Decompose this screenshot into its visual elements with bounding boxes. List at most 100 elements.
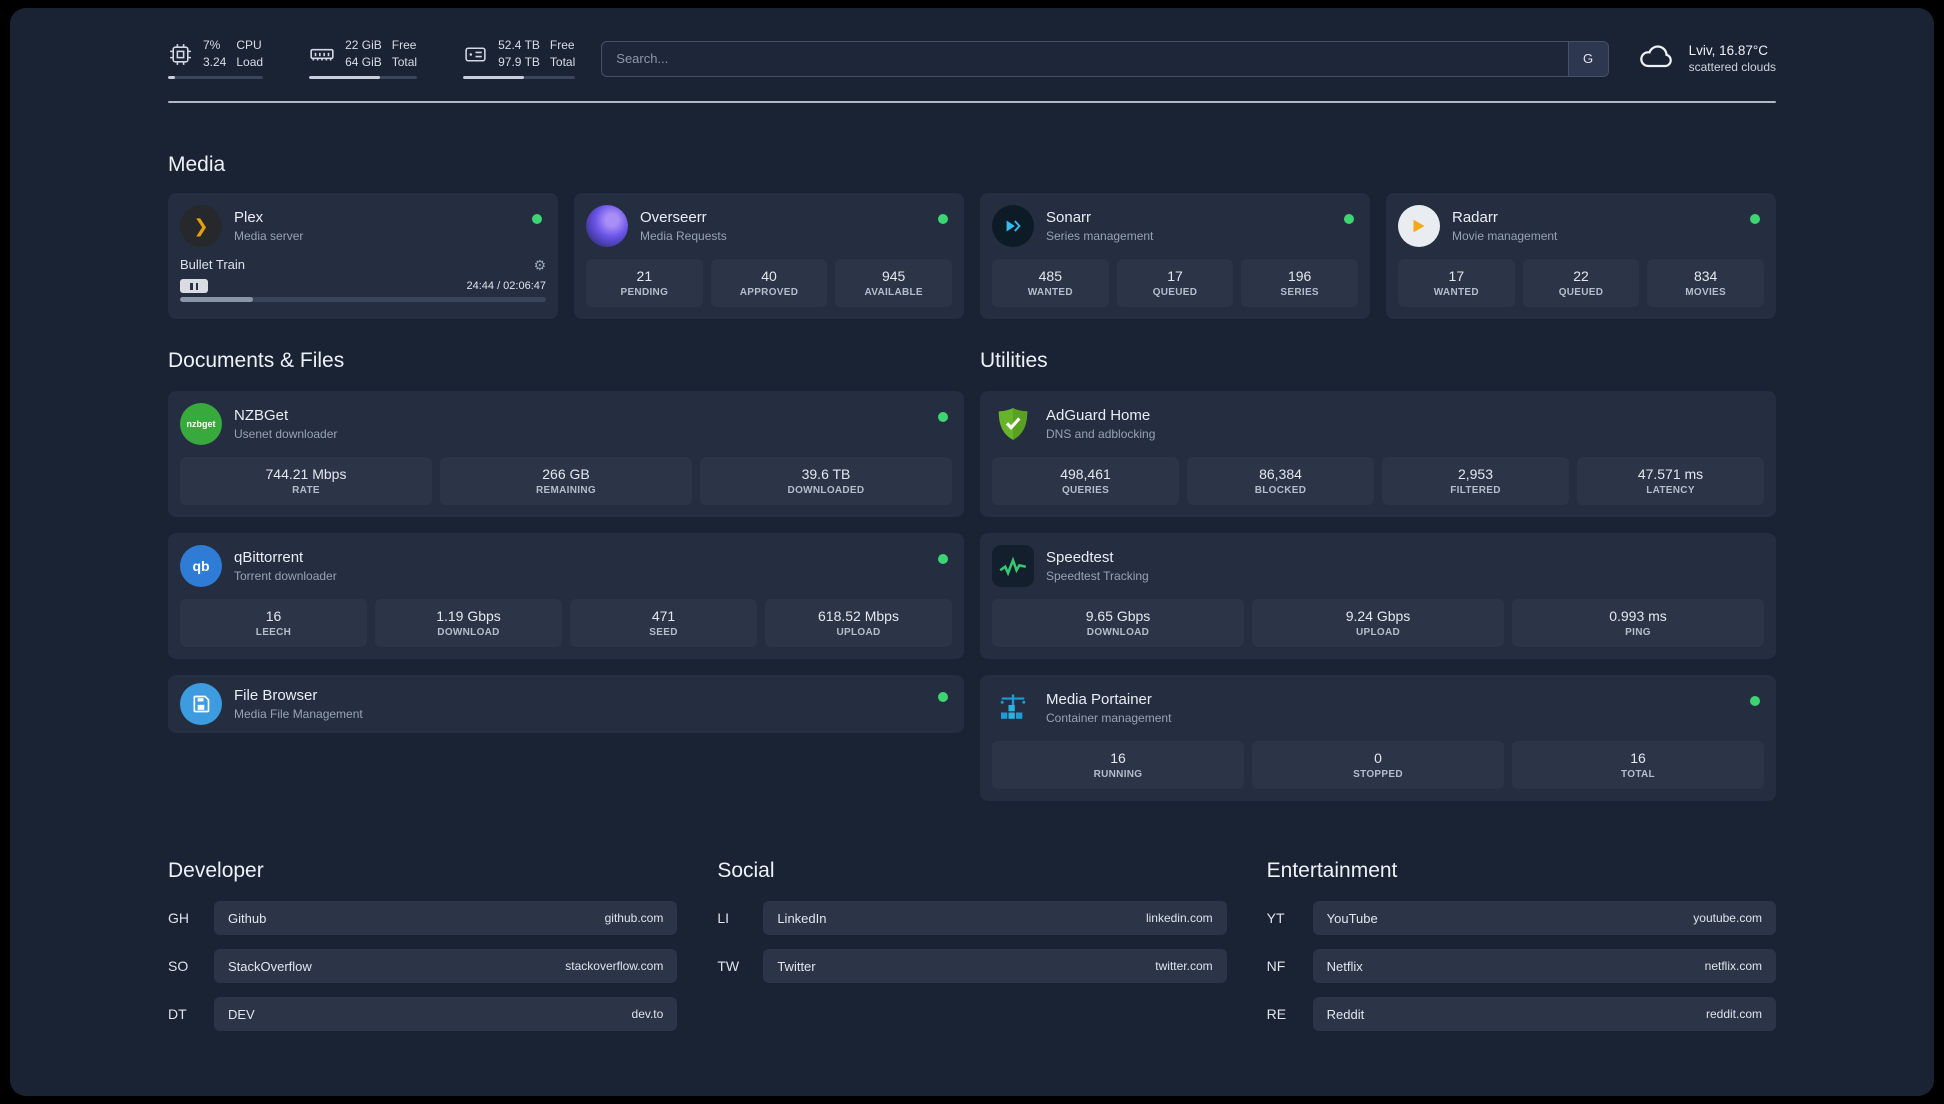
- section-title-developer: Developer: [168, 859, 264, 882]
- qbittorrent-icon-text: qb: [192, 558, 210, 574]
- service-card-sonarr[interactable]: Sonarr Series management 485 WANTED 17 Q…: [980, 193, 1370, 319]
- stat-label: QUERIES: [1061, 485, 1110, 496]
- memory-monitor: 22 GiB 64 GiB Free Total: [309, 38, 418, 79]
- stat-tile: 21 PENDING: [586, 259, 703, 307]
- service-card-nzbget[interactable]: nzbget NZBGet Usenet downloader 744.21 M…: [168, 391, 964, 517]
- stat-value: 485: [1038, 268, 1062, 284]
- service-card-filebrowser[interactable]: File Browser Media File Management: [168, 675, 964, 733]
- service-name: Overseerr: [640, 209, 707, 226]
- media-section: ❯ Plex Media server Bullet Train ⚙ 24:44…: [168, 193, 1776, 319]
- stat-tile: 17 WANTED: [1398, 259, 1515, 307]
- stat-tile: 2,953 FILTERED: [1382, 457, 1569, 505]
- stat-label: WANTED: [1027, 287, 1073, 298]
- service-name: Speedtest: [1046, 549, 1114, 566]
- service-subtitle: Media File Management: [234, 707, 363, 721]
- pause-button[interactable]: [180, 279, 208, 293]
- stat-label: PING: [1625, 627, 1651, 638]
- status-online-dot: [938, 412, 948, 422]
- stat-value: 16: [1630, 750, 1646, 766]
- developer-bookmarks: Developer GH Github github.com SO StackO…: [168, 859, 678, 1045]
- bookmark-netflix[interactable]: NF Netflix netflix.com: [1267, 949, 1776, 983]
- storage-total-label: Total: [549, 55, 576, 69]
- stat-tile: 0 STOPPED: [1252, 741, 1504, 789]
- service-card-radarr[interactable]: Radarr Movie management 17 WANTED 22 QUE…: [1386, 193, 1776, 319]
- stat-label: UPLOAD: [1355, 627, 1401, 638]
- stat-label: TOTAL: [1621, 769, 1655, 780]
- stat-label: FILTERED: [1450, 485, 1501, 496]
- weather-widget[interactable]: Lviv, 16.87°C scattered clouds: [1637, 41, 1776, 76]
- stat-tile: 17 QUEUED: [1116, 259, 1234, 307]
- section-title-entertainment: Entertainment: [1266, 859, 1398, 882]
- bookmark-url: twitter.com: [1155, 959, 1213, 973]
- cpu-label: CPU: [236, 38, 262, 52]
- bookmark-reddit[interactable]: RE Reddit reddit.com: [1267, 997, 1776, 1031]
- bookmark-url: linkedin.com: [1145, 911, 1213, 925]
- stat-tile: 9.65 Gbps DOWNLOAD: [992, 599, 1244, 647]
- playback-progress-bar[interactable]: [180, 297, 546, 302]
- bookmark-abbr: DT: [168, 1006, 187, 1022]
- stat-value: 0: [1374, 750, 1382, 766]
- bookmark-abbr: RE: [1266, 1006, 1287, 1022]
- stat-label: RUNNING: [1093, 769, 1143, 780]
- stat-tile: 16 LEECH: [180, 599, 367, 647]
- stat-tile: 945 AVAILABLE: [835, 259, 952, 307]
- bookmark-abbr: YT: [1266, 910, 1285, 926]
- stat-value: 834: [1693, 268, 1718, 284]
- stat-value: 9.65 Gbps: [1085, 608, 1151, 624]
- memory-free: 22 GiB: [345, 38, 382, 52]
- stat-label: LATENCY: [1646, 485, 1695, 496]
- stat-value: 21: [636, 268, 653, 284]
- stat-tile: 744.21 Mbps RATE: [180, 457, 432, 505]
- cpu-progress-bar: [168, 76, 264, 79]
- service-card-speedtest[interactable]: Speedtest Speedtest Tracking 9.65 Gbps D…: [980, 533, 1776, 659]
- stat-value: 16: [1110, 750, 1126, 766]
- settings-gear-icon[interactable]: ⚙: [533, 258, 546, 272]
- service-name: Plex: [234, 209, 264, 226]
- bookmark-youtube[interactable]: YT YouTube youtube.com: [1267, 901, 1776, 935]
- plex-now-playing: Bullet Train ⚙ 24:44 / 02:06:47: [180, 257, 546, 302]
- storage-progress-bar: [463, 76, 576, 79]
- stat-value: 945: [881, 268, 906, 284]
- stat-tile: 618.52 Mbps UPLOAD: [765, 599, 952, 647]
- search-engine-button[interactable]: G: [1567, 41, 1608, 76]
- stat-value: 498,461: [1060, 466, 1111, 482]
- service-subtitle: Speedtest Tracking: [1046, 569, 1149, 583]
- entertainment-bookmarks: Entertainment YT YouTube youtube.com NF …: [1267, 859, 1776, 1045]
- stat-tile: 16 TOTAL: [1512, 741, 1764, 789]
- bookmark-linkedin[interactable]: LI LinkedIn linkedin.com: [717, 901, 1227, 935]
- qbittorrent-icon: qb: [180, 545, 222, 587]
- service-card-portainer[interactable]: Media Portainer Container management 16 …: [980, 675, 1776, 801]
- search-bar: G: [601, 40, 1609, 77]
- memory-total: 64 GiB: [345, 55, 382, 69]
- stat-value: 9.24 Gbps: [1345, 608, 1411, 624]
- bookmark-dev[interactable]: DT DEV dev.to: [168, 997, 678, 1031]
- service-card-overseerr[interactable]: Overseerr Media Requests 21 PENDING 40 A…: [574, 193, 964, 319]
- service-card-plex[interactable]: ❯ Plex Media server Bullet Train ⚙ 24:44…: [168, 193, 558, 319]
- stat-tile: 485 WANTED: [992, 259, 1109, 307]
- bookmark-abbr: NF: [1266, 958, 1286, 974]
- status-online-dot: [938, 214, 948, 224]
- bookmark-name: DEV: [228, 1006, 255, 1022]
- weather-location: Lviv, 16.87°C: [1688, 43, 1769, 58]
- service-card-adguard[interactable]: AdGuard Home DNS and adblocking 498,461 …: [980, 391, 1776, 517]
- stat-value: 0.993 ms: [1609, 608, 1667, 624]
- stat-label: BLOCKED: [1254, 485, 1307, 496]
- bookmark-name: Reddit: [1326, 1006, 1365, 1022]
- service-name: Radarr: [1452, 209, 1498, 226]
- stat-tile: 266 GB REMAINING: [440, 457, 692, 505]
- stat-tile: 9.24 Gbps UPLOAD: [1252, 599, 1504, 647]
- bookmark-stackoverflow[interactable]: SO StackOverflow stackoverflow.com: [168, 949, 678, 983]
- stat-value: 471: [651, 608, 676, 624]
- stat-value: 39.6 TB: [801, 466, 851, 482]
- stat-value: 16: [265, 608, 282, 624]
- bookmark-github[interactable]: GH Github github.com: [168, 901, 678, 935]
- stat-value: 17: [1448, 268, 1465, 284]
- stat-value: 744.21 Mbps: [265, 466, 347, 482]
- bookmark-twitter[interactable]: TW Twitter twitter.com: [717, 949, 1227, 983]
- stat-value: 17: [1167, 268, 1183, 284]
- service-name: AdGuard Home: [1046, 407, 1151, 424]
- search-input[interactable]: [602, 41, 1568, 76]
- status-online-dot: [532, 214, 542, 224]
- service-card-qbittorrent[interactable]: qb qBittorrent Torrent downloader 16 LEE…: [168, 533, 964, 659]
- storage-free: 52.4 TB: [498, 38, 540, 52]
